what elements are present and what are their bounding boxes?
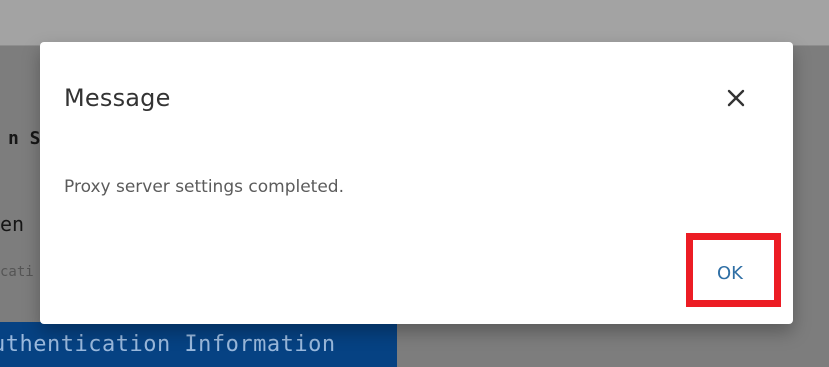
message-dialog: Message Proxy server settings completed.…: [40, 42, 793, 324]
background-heading-fragment: n S: [8, 128, 41, 149]
screen: n S en cati uthentication Information Me…: [0, 0, 829, 367]
authentication-information-button[interactable]: uthentication Information: [0, 322, 397, 367]
close-icon: [727, 89, 745, 107]
close-button[interactable]: [724, 86, 748, 110]
dialog-message: Proxy server settings completed.: [64, 177, 344, 197]
dialog-title: Message: [64, 84, 171, 112]
ok-button[interactable]: OK: [700, 256, 760, 290]
background-small-text-fragment: cati: [0, 264, 34, 280]
background-text-fragment: en: [0, 212, 25, 236]
header-bar: [0, 0, 829, 46]
authentication-information-label: uthentication Information: [0, 332, 336, 357]
